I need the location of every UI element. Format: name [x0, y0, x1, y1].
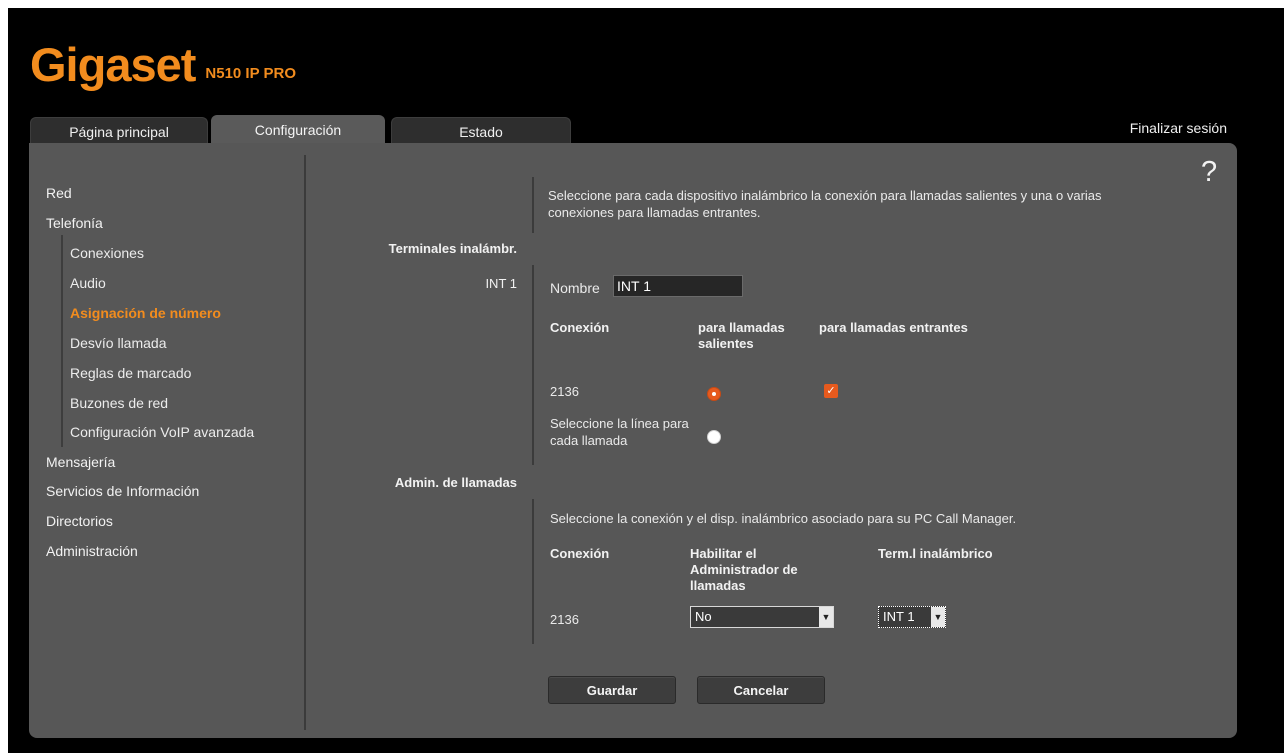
select-line-radio[interactable]	[707, 430, 721, 444]
cm-connection-number: 2136	[550, 612, 579, 627]
tab-settings[interactable]: Configuración	[211, 115, 385, 145]
call-manager-enable-select[interactable]: No ▼	[690, 606, 834, 628]
call-manager-heading: Admin. de llamadas	[394, 475, 517, 490]
sidebar-item-network-mailboxes[interactable]: Buzones de red	[70, 395, 168, 412]
call-manager-enable-value: No	[695, 609, 712, 624]
call-manager-intro: Seleccione la conexión y el disp. inalám…	[550, 511, 1017, 526]
col-connection-header: Conexión	[550, 320, 610, 335]
sidebar-item-directories[interactable]: Directorios	[46, 513, 113, 530]
sidebar-item-telephony[interactable]: Telefonía	[46, 215, 103, 232]
chevron-down-icon: ▼	[931, 607, 945, 627]
call-manager-handset-value: INT 1	[883, 609, 915, 624]
cm-col-connection-header: Conexión	[550, 546, 610, 561]
handsets-heading: Terminales inalámbr.	[388, 241, 517, 256]
handset-id: INT 1	[485, 276, 517, 291]
sidebar-divider	[304, 155, 306, 730]
outgoing-radio-2136[interactable]	[707, 387, 721, 401]
save-button[interactable]: Guardar	[548, 676, 676, 704]
sidebar-item-network[interactable]: Red	[46, 185, 72, 202]
col-outgoing-header: para llamadas salientes	[698, 320, 785, 351]
select-line-label: Seleccione la línea para cada llamada	[550, 416, 689, 448]
cm-col-handset-header: Term.l inalámbrico	[878, 546, 993, 561]
name-label: Nombre	[550, 280, 600, 296]
connection-number: 2136	[550, 384, 579, 399]
incoming-checkbox-2136[interactable]: ✓	[824, 384, 838, 398]
handset-name-input[interactable]	[613, 275, 743, 297]
tab-home[interactable]: Página principal	[30, 117, 208, 145]
app-frame: Gigaset N510 IP PRO Página principal Con…	[8, 8, 1284, 753]
sidebar-item-number-assignment[interactable]: Asignación de número	[70, 305, 221, 322]
logo-model: N510 IP PRO	[205, 65, 297, 82]
col-incoming-header: para llamadas entrantes	[819, 320, 968, 335]
sidebar-item-call-divert[interactable]: Desvío llamada	[70, 335, 167, 352]
sidebar-item-messaging[interactable]: Mensajería	[46, 454, 115, 471]
sidebar-item-audio[interactable]: Audio	[70, 275, 106, 292]
logo-brand: Gigaset	[30, 38, 196, 91]
intro-text: Seleccione para cada dispositivo inalámb…	[548, 188, 1102, 220]
sidebar-item-dialling-plans[interactable]: Reglas de marcado	[70, 365, 191, 382]
sidebar-item-advanced-voip[interactable]: Configuración VoIP avanzada	[70, 424, 254, 441]
sidebar-item-administration[interactable]: Administración	[46, 543, 138, 560]
logout-link[interactable]: Finalizar sesión	[1130, 120, 1227, 136]
section-line	[532, 499, 534, 644]
chevron-down-icon: ▼	[819, 607, 833, 627]
cancel-button[interactable]: Cancelar	[697, 676, 825, 704]
sidebar-item-connections[interactable]: Conexiones	[70, 245, 144, 262]
sidebar-item-info-services[interactable]: Servicios de Información	[46, 483, 199, 500]
content-panel: ? Red Telefonía Conexiones Audio Asignac…	[29, 143, 1237, 738]
gigaset-logo: Gigaset N510 IP PRO	[30, 28, 296, 88]
call-manager-handset-select[interactable]: INT 1 ▼	[878, 606, 946, 628]
cm-col-enable-header: Habilitar el Administrador de llamadas	[690, 546, 798, 593]
section-line	[532, 265, 534, 465]
tab-status[interactable]: Estado	[391, 117, 571, 145]
section-line	[532, 177, 534, 233]
help-icon[interactable]: ?	[1201, 156, 1217, 189]
submenu-line	[61, 235, 63, 447]
